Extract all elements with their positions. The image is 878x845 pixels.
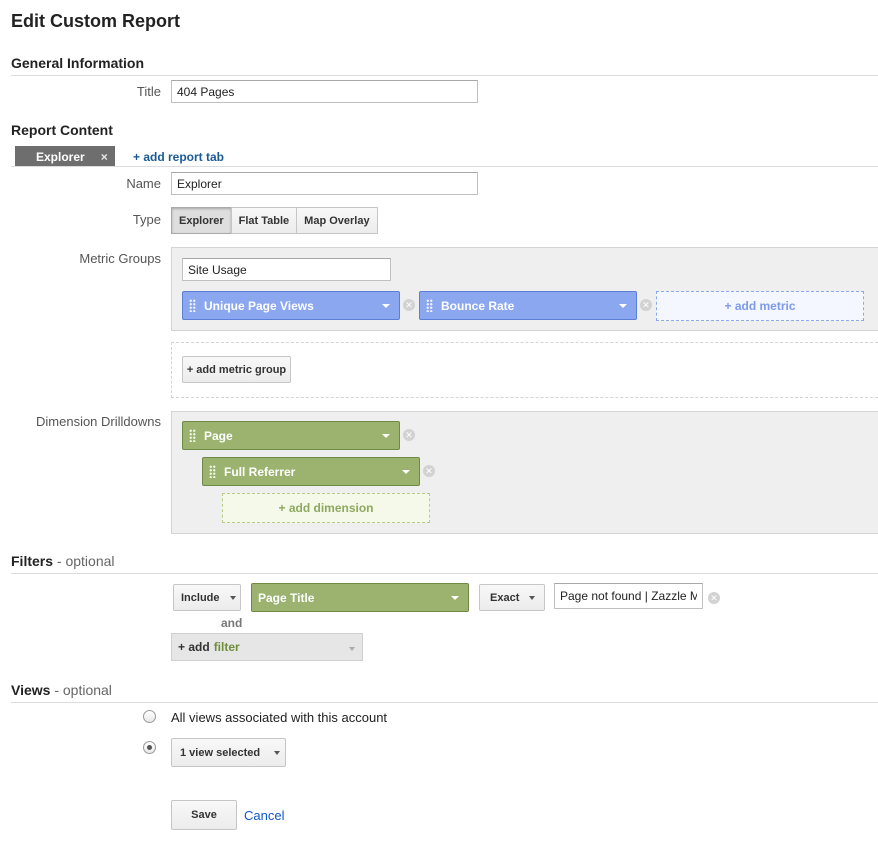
drag-handle-icon[interactable] bbox=[426, 299, 433, 312]
tab-explorer[interactable]: Explorer × bbox=[15, 146, 115, 167]
divider bbox=[11, 702, 878, 703]
filter-dimension-select[interactable]: Page Title bbox=[251, 583, 469, 612]
dimension-label: Full Referrer bbox=[224, 464, 296, 479]
chevron-down-icon bbox=[382, 434, 390, 438]
divider bbox=[11, 573, 878, 574]
chevron-down-icon bbox=[349, 647, 355, 651]
filter-value-input[interactable] bbox=[554, 583, 703, 609]
filter-dimension-label: Page Title bbox=[258, 590, 315, 605]
include-select[interactable]: Include bbox=[173, 584, 241, 611]
cancel-link[interactable]: Cancel bbox=[244, 808, 284, 823]
selected-views-radio[interactable] bbox=[143, 741, 156, 754]
metric-pill-unique-page-views[interactable]: Unique Page Views bbox=[182, 291, 400, 320]
and-label: and bbox=[221, 616, 243, 630]
title-input[interactable] bbox=[171, 80, 478, 103]
all-views-radio[interactable] bbox=[143, 710, 156, 723]
save-button[interactable]: Save bbox=[171, 800, 237, 830]
chevron-down-icon bbox=[529, 595, 536, 600]
optional-label: - optional bbox=[53, 553, 115, 569]
title-label: Title bbox=[136, 84, 161, 99]
metric-label: Bounce Rate bbox=[441, 298, 515, 313]
type-map-overlay-button[interactable]: Map Overlay bbox=[296, 207, 378, 234]
divider bbox=[11, 75, 878, 76]
drag-handle-icon[interactable] bbox=[209, 465, 216, 478]
name-label: Name bbox=[126, 176, 161, 191]
include-label: Include bbox=[181, 591, 220, 604]
name-input[interactable] bbox=[171, 172, 478, 195]
all-views-label: All views associated with this account bbox=[171, 710, 388, 725]
view-select-label: 1 view selected bbox=[180, 746, 261, 759]
remove-metric-icon[interactable]: ✕ bbox=[640, 299, 652, 311]
dimension-pill-page[interactable]: Page bbox=[182, 421, 400, 450]
tab-divider bbox=[11, 166, 878, 167]
dimension-label: Page bbox=[204, 428, 233, 443]
remove-dimension-icon[interactable]: ✕ bbox=[403, 429, 415, 441]
metric-groups-label: Metric Groups bbox=[79, 251, 161, 266]
add-metric-group-button[interactable]: + add metric group bbox=[182, 356, 291, 383]
tab-label: Explorer bbox=[36, 149, 85, 164]
chevron-down-icon bbox=[382, 304, 390, 308]
remove-metric-icon[interactable]: ✕ bbox=[403, 299, 415, 311]
metric-pill-bounce-rate[interactable]: Bounce Rate bbox=[419, 291, 637, 320]
chevron-down-icon bbox=[274, 750, 281, 755]
add-dimension-button[interactable]: + add dimension bbox=[222, 493, 430, 523]
type-label: Type bbox=[132, 212, 161, 227]
type-selector: Explorer Flat Table Map Overlay bbox=[171, 207, 378, 234]
metric-group-name-input[interactable] bbox=[182, 258, 391, 281]
general-information-heading: General Information bbox=[11, 55, 145, 71]
close-tab-icon[interactable]: × bbox=[101, 150, 108, 164]
match-type-select[interactable]: Exact bbox=[479, 584, 545, 611]
drag-handle-icon[interactable] bbox=[189, 299, 196, 312]
add-metric-button[interactable]: + add metric bbox=[656, 291, 864, 321]
drag-handle-icon[interactable] bbox=[189, 429, 196, 442]
type-explorer-button[interactable]: Explorer bbox=[171, 207, 232, 234]
optional-label: - optional bbox=[50, 682, 112, 698]
chevron-down-icon bbox=[451, 596, 459, 600]
chevron-down-icon bbox=[619, 304, 627, 308]
filters-heading: Filters - optional bbox=[11, 553, 115, 569]
chevron-down-icon bbox=[402, 470, 410, 474]
add-filter-word: filter bbox=[213, 640, 240, 654]
add-report-tab-link[interactable]: + add report tab bbox=[133, 150, 224, 164]
match-type-label: Exact bbox=[490, 591, 520, 604]
dimension-pill-full-referrer[interactable]: Full Referrer bbox=[202, 457, 420, 486]
add-filter-button[interactable]: + add filter bbox=[171, 633, 363, 661]
view-select-dropdown[interactable]: 1 view selected bbox=[171, 738, 286, 767]
add-filter-prefix: + add bbox=[178, 640, 210, 654]
remove-filter-icon[interactable]: ✕ bbox=[708, 592, 720, 604]
chevron-down-icon bbox=[229, 595, 236, 600]
report-content-heading: Report Content bbox=[11, 122, 113, 138]
type-flat-table-button[interactable]: Flat Table bbox=[230, 207, 298, 234]
remove-dimension-icon[interactable]: ✕ bbox=[423, 465, 435, 477]
metric-label: Unique Page Views bbox=[204, 298, 314, 313]
page-title: Edit Custom Report bbox=[11, 11, 180, 31]
views-heading: Views - optional bbox=[11, 682, 112, 698]
dimension-drilldowns-label: Dimension Drilldowns bbox=[36, 414, 161, 429]
